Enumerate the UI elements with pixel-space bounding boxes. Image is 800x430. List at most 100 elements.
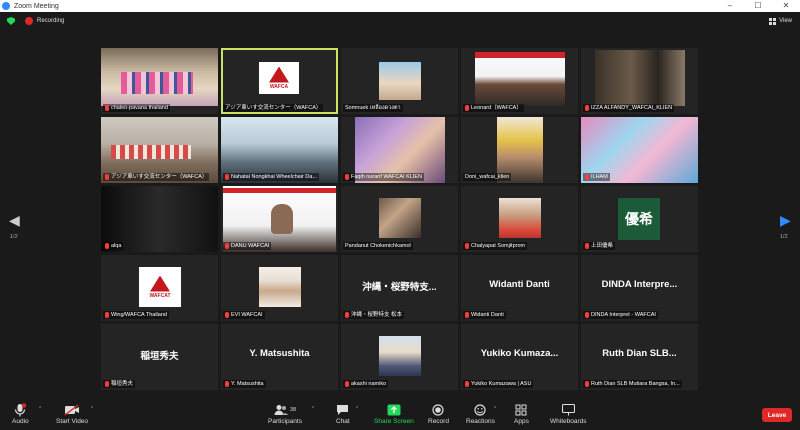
participant-video-group — [121, 72, 193, 94]
participant-label: Leonard（WAFCA） — [463, 104, 524, 112]
chat-options-icon[interactable]: ⌃ — [355, 406, 359, 412]
participant-tile[interactable]: DINDA Interpre... DINDA Interpret - WAFC… — [581, 255, 698, 321]
participants-icon: 38 — [274, 403, 296, 417]
participant-label: Somnuek เหลืองดวงตา — [343, 104, 403, 112]
leave-button[interactable]: Leave — [762, 408, 792, 422]
participant-tile[interactable]: Leonard（WAFCA） — [461, 48, 578, 114]
participant-label: 上田優希 — [583, 242, 616, 250]
wafca-logo: WAFCA — [259, 62, 299, 94]
audio-options-icon[interactable]: ⌃ — [38, 406, 42, 412]
participant-label: Wing/WAFCA Thailand — [103, 311, 169, 319]
participant-label: Pandanut Chokenichkamol — [343, 242, 413, 250]
mic-muted-icon — [465, 243, 469, 249]
participant-label: ILHAM — [583, 173, 610, 181]
participant-tile[interactable]: Ruth Dian SLB... Ruth Dian SLB Mutiara B… — [581, 324, 698, 390]
participant-tile[interactable]: Nahatai Nongkhai Wheelchair Da... — [221, 117, 338, 183]
participant-tile[interactable]: Chalyapat Somjitprom — [461, 186, 578, 252]
page-indicator-right: 1/2 — [780, 234, 788, 240]
participant-tile-active-speaker[interactable]: WAFCA アジア車いす交流センター（WAFCA） — [221, 48, 338, 114]
participant-tile[interactable]: アジア車いす交流センター（WAFCA） — [101, 117, 218, 183]
apps-button[interactable]: Apps — [514, 403, 529, 425]
page-indicator-left: 1/2 — [10, 234, 18, 240]
reactions-button[interactable]: Reactions — [466, 403, 495, 425]
mic-muted-icon — [585, 381, 589, 387]
participant-tile[interactable]: Yukiko Kumaza... Yukiko Kumazawa | ASU — [461, 324, 578, 390]
participant-tile[interactable]: akashi namiko — [341, 324, 458, 390]
view-label: View — [779, 18, 792, 24]
reactions-options-icon[interactable]: ⌃ — [493, 406, 497, 412]
participant-tile[interactable]: WAFCAT Wing/WAFCA Thailand — [101, 255, 218, 321]
recording-label[interactable]: Recording — [37, 18, 64, 24]
participant-tile[interactable]: Doni_wafcai_klien — [461, 117, 578, 183]
participant-video — [379, 198, 421, 238]
participant-label: 稲垣秀夫 — [103, 380, 136, 388]
wafca-logo-mark-icon — [269, 66, 289, 83]
participant-display-name: Yukiko Kumaza... — [480, 348, 559, 359]
participant-label: Widanti Danti — [463, 311, 506, 319]
participant-tile[interactable]: chaleo-pavana thailand — [101, 48, 218, 114]
participant-tile[interactable]: 稲垣秀夫 稲垣秀夫 — [101, 324, 218, 390]
video-off-icon — [64, 403, 80, 417]
share-screen-button[interactable]: Share Screen — [374, 403, 414, 425]
participant-label: DANU WAFCAI — [223, 242, 272, 250]
window-controls: – ☐ ✕ — [716, 0, 800, 12]
participant-label: IZZA ALFANDY_WAFCAI_KLIEN — [583, 104, 675, 112]
participants-button[interactable]: 38 Participants — [268, 403, 302, 425]
mic-muted-icon — [345, 381, 349, 387]
mic-muted-icon — [225, 243, 229, 249]
close-icon[interactable]: ✕ — [772, 0, 800, 12]
mic-muted-icon — [585, 243, 589, 249]
participant-tile[interactable]: Widanti Danti Widanti Danti — [461, 255, 578, 321]
participant-face — [271, 204, 293, 234]
participant-tile[interactable]: Y. Matsushita Y. Matsushita — [221, 324, 338, 390]
shield-icon[interactable] — [7, 17, 15, 25]
participant-label: Y. Matsushita — [223, 380, 266, 388]
participant-video — [595, 50, 685, 106]
participant-label: Yukiko Kumazawa | ASU — [463, 380, 534, 388]
mic-muted-icon — [585, 105, 589, 111]
participant-display-name: 稲垣秀夫 — [140, 351, 179, 362]
participant-display-name: Widanti Danti — [489, 279, 550, 290]
participant-label: Doni_wafcai_klien — [463, 173, 512, 181]
participant-tile[interactable]: Somnuek เหลืองดวงตา — [341, 48, 458, 114]
participant-label: Chalyapat Somjitprom — [463, 242, 528, 250]
participant-video — [475, 52, 565, 106]
participants-options-icon[interactable]: ⌃ — [311, 406, 315, 412]
record-button[interactable]: Record — [428, 403, 449, 425]
audio-button[interactable]: Audio — [12, 403, 29, 425]
whiteboards-button[interactable]: Whiteboards — [550, 403, 587, 425]
participant-display-name: 沖縄・桜野特支... — [362, 282, 437, 293]
participant-tile[interactable]: Faqih nurarif WAFCAI KLIEN — [341, 117, 458, 183]
participant-tile[interactable]: ILHAM — [581, 117, 698, 183]
participant-label: DINDA Interpret - WAFCAI — [583, 311, 658, 319]
participant-label: EVI WAFCAI — [223, 311, 265, 319]
start-video-button[interactable]: Start Video — [56, 403, 88, 425]
mic-muted-icon — [345, 312, 349, 318]
participant-video-room — [111, 145, 191, 159]
participant-tile[interactable]: 沖縄・桜野特支... 沖縄・桜野特支 松本 — [341, 255, 458, 321]
participant-label: Nahatai Nongkhai Wheelchair Da... — [223, 173, 319, 181]
participant-tile[interactable]: Pandanut Chokenichkamol — [341, 186, 458, 252]
video-options-icon[interactable]: ⌃ — [90, 406, 94, 412]
participant-tile[interactable]: EVI WAFCAI — [221, 255, 338, 321]
next-page-icon[interactable]: ▶ — [780, 212, 791, 229]
participant-tile[interactable]: 優希 上田優希 — [581, 186, 698, 252]
mic-muted-icon — [465, 105, 469, 111]
participants-count: 38 — [289, 407, 297, 413]
mic-muted-icon — [585, 174, 589, 180]
recording-icon — [25, 17, 33, 25]
participant-tile[interactable]: DANU WAFCAI — [221, 186, 338, 252]
zoom-app-icon — [2, 2, 10, 10]
participant-video — [379, 62, 421, 100]
participant-tile[interactable]: IZZA ALFANDY_WAFCAI_KLIEN — [581, 48, 698, 114]
view-button[interactable]: View — [769, 17, 792, 25]
minimize-icon[interactable]: – — [716, 0, 744, 12]
participant-tile[interactable]: alqa — [101, 186, 218, 252]
prev-page-icon[interactable]: ◀ — [9, 212, 20, 229]
record-icon — [432, 403, 445, 417]
maximize-icon[interactable]: ☐ — [744, 0, 772, 12]
participant-video — [499, 198, 541, 238]
chat-button[interactable]: Chat — [336, 403, 350, 425]
grid-view-icon — [769, 17, 777, 25]
participant-display-name: Ruth Dian SLB... — [602, 348, 677, 359]
